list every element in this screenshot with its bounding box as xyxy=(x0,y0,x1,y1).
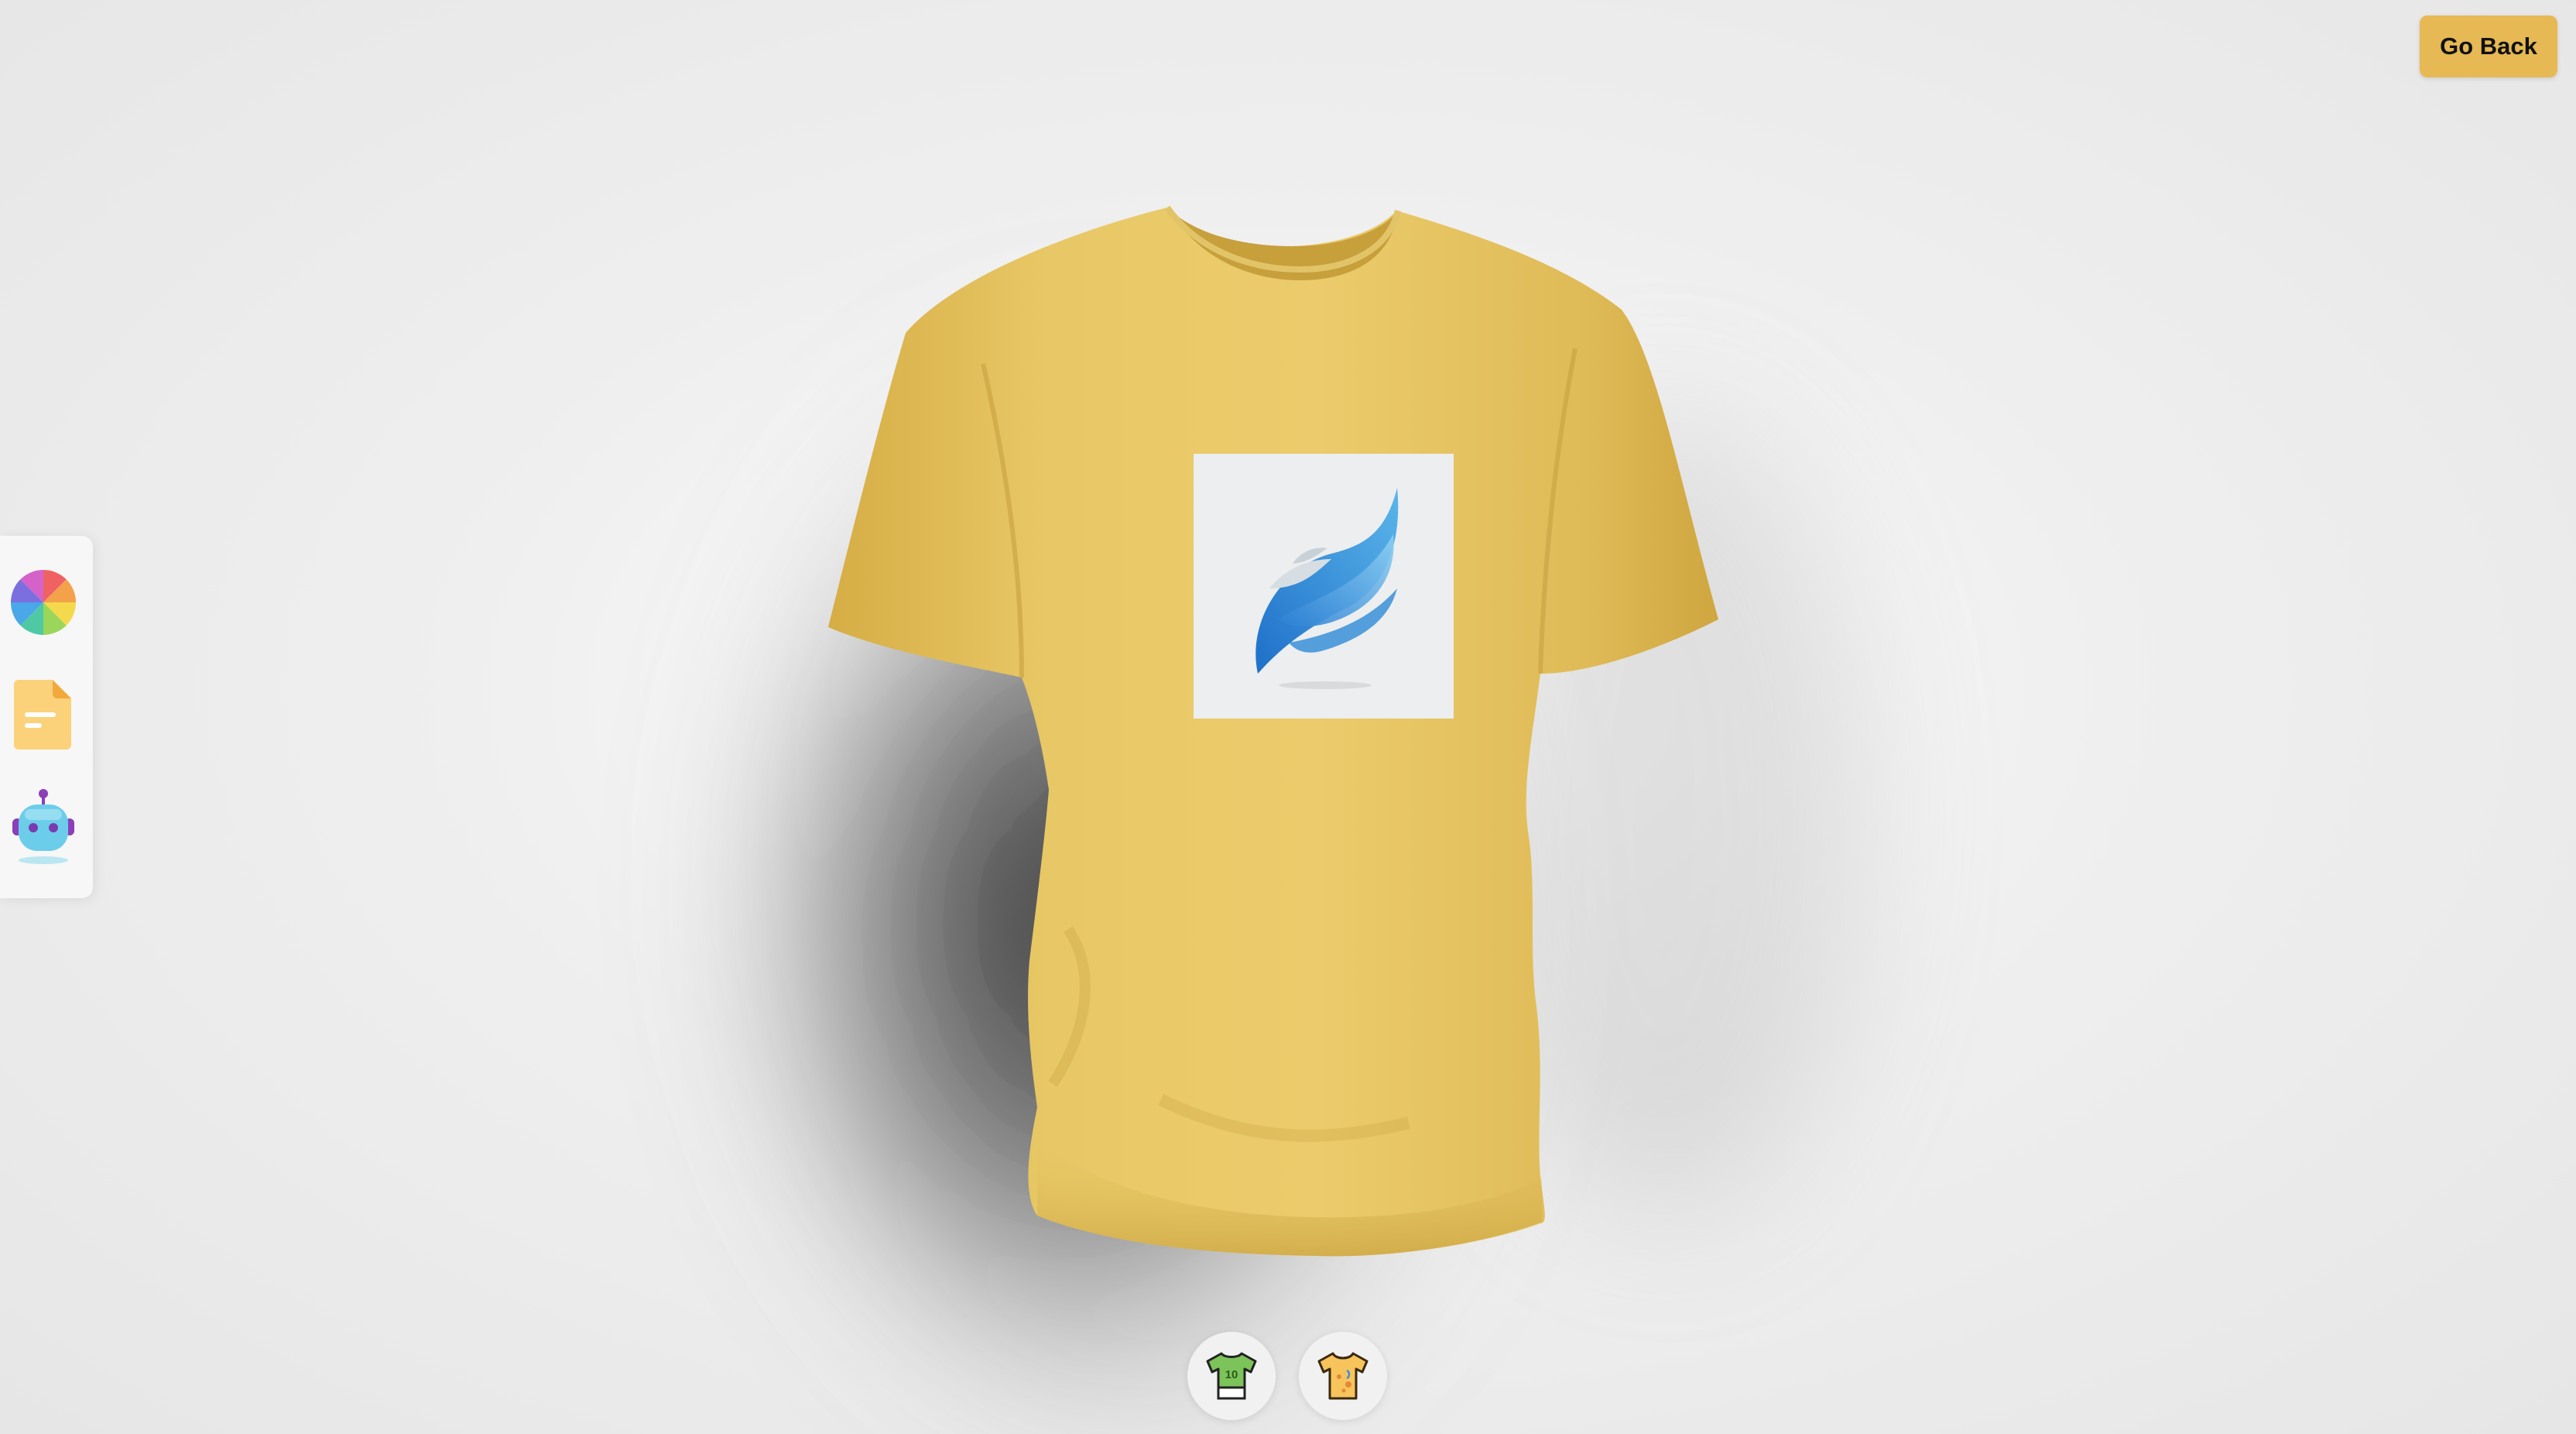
editor-tabs-container xyxy=(0,536,93,898)
filepicker-tab[interactable] xyxy=(8,675,79,753)
shirt-number-icon: 10 xyxy=(1206,1352,1257,1400)
customizer-viewport: Go Back 10 xyxy=(0,0,2576,1434)
shirt-logo-decal xyxy=(1194,454,1454,719)
file-icon xyxy=(14,680,71,750)
shirt-number-label: 10 xyxy=(1225,1368,1238,1381)
color-wheel-icon xyxy=(10,570,76,635)
shirt-canvas[interactable] xyxy=(0,0,2576,1434)
go-back-button[interactable]: Go Back xyxy=(2420,15,2557,77)
stylish-shirt-icon xyxy=(1317,1352,1368,1400)
aipicker-tab[interactable] xyxy=(8,787,79,865)
logo-shirt-filter-tab[interactable]: 10 xyxy=(1187,1332,1276,1420)
robot-icon xyxy=(12,789,74,864)
colorpicker-tab[interactable] xyxy=(8,564,79,641)
stylish-shirt-filter-tab[interactable] xyxy=(1299,1332,1387,1420)
